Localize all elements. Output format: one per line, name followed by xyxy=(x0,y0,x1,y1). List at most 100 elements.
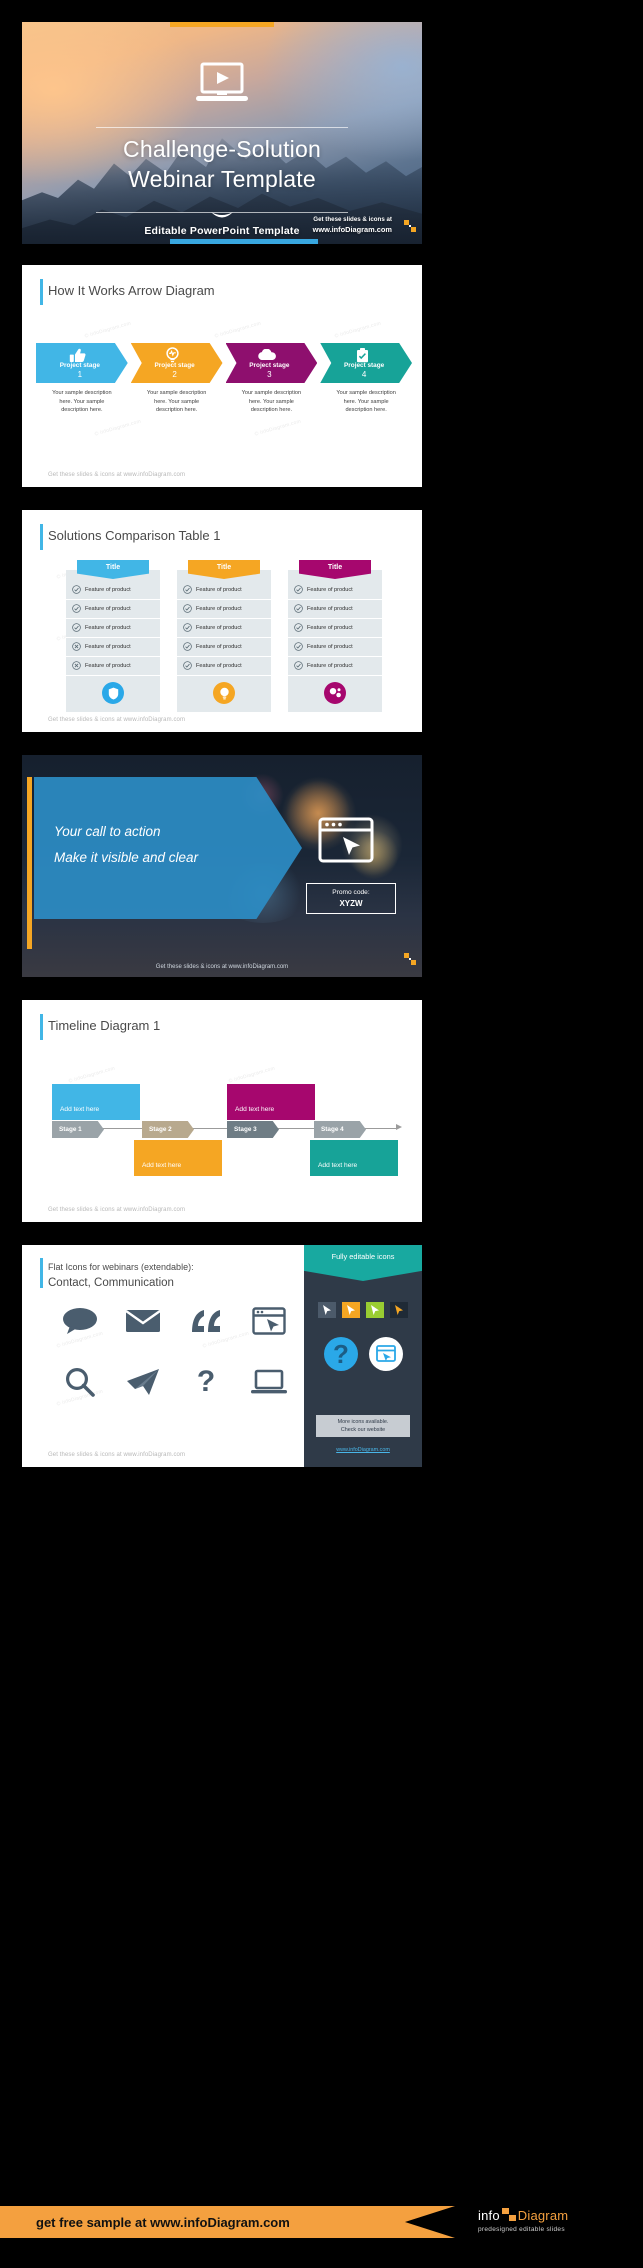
panel-note-line-2: Check our website xyxy=(340,1426,386,1433)
icon-gallery: ? xyxy=(48,1307,300,1403)
arrow-number: 4 xyxy=(361,370,367,379)
browser-cursor-round-icon[interactable] xyxy=(368,1337,403,1376)
comparison-column-2[interactable]: Title Feature of product Feature of prod… xyxy=(177,560,271,712)
speech-bubble-icon[interactable] xyxy=(62,1307,98,1340)
arrow-label-text: Project stage xyxy=(249,362,290,369)
arrow-shape[interactable]: Project stage 3 xyxy=(225,343,318,383)
timeline-card-text: Add text here xyxy=(60,1106,100,1113)
logo-wordmark: info Diagram xyxy=(478,2208,568,2223)
timeline-card-3[interactable]: Add text here xyxy=(227,1084,315,1120)
watermark: © infoDiagram.com xyxy=(214,320,262,340)
table-row[interactable]: Feature of product xyxy=(288,638,382,657)
column-body: Feature of product Feature of product Fe… xyxy=(177,570,271,712)
cross-icon xyxy=(72,641,81,653)
cursor-arrow-icon[interactable] xyxy=(316,1301,338,1319)
arrow-label: Project stage 3 xyxy=(232,362,308,380)
table-row[interactable]: Feature of product xyxy=(66,638,160,657)
timeline-card-1[interactable]: Add text here xyxy=(52,1084,140,1120)
check-icon xyxy=(183,622,192,634)
check-icon xyxy=(72,603,81,615)
check-icon xyxy=(72,584,81,596)
table-row[interactable]: Feature of product xyxy=(66,600,160,619)
slide-comparison-table[interactable]: Solutions Comparison Table 1 © infoDiagr… xyxy=(22,510,422,732)
slide-call-to-action[interactable]: Your call to action Make it visible and … xyxy=(22,755,422,977)
timeline-stage-label: Stage 3 xyxy=(234,1126,257,1133)
cursor-orange-icon[interactable] xyxy=(340,1301,362,1319)
table-row[interactable]: Feature of product xyxy=(288,619,382,638)
table-row[interactable]: Feature of product xyxy=(177,619,271,638)
lightbulb-idea-icon xyxy=(131,347,215,363)
row-label: Feature of product xyxy=(196,644,242,650)
paper-plane-icon[interactable] xyxy=(126,1368,160,1401)
panel-note: More icons available. Check our website xyxy=(316,1414,410,1437)
slide-title[interactable]: Challenge-Solution Webinar Template Edit… xyxy=(22,22,422,244)
arrow-shape[interactable]: Project stage 1 xyxy=(36,343,128,383)
table-row[interactable]: Feature of product xyxy=(288,657,382,676)
timeline-card-2[interactable]: Add text here xyxy=(134,1140,222,1176)
column-header-label: Title xyxy=(327,564,343,571)
arrow-shape[interactable]: Project stage 4 xyxy=(320,343,412,383)
infodiagram-logo[interactable]: info Diagram predesigned editable slides xyxy=(478,2208,568,2233)
panel-header: Fully editable icons xyxy=(304,1245,422,1281)
question-mark-icon[interactable]: ? xyxy=(194,1365,218,1403)
cursor-dark-icon[interactable] xyxy=(388,1301,410,1319)
infodiagram-corner-logo xyxy=(404,219,416,237)
table-row[interactable]: Feature of product xyxy=(288,600,382,619)
slide-footer: Get these slides & icons at www.infoDiag… xyxy=(48,1207,186,1213)
watermark: © infoDiagram.com xyxy=(68,1065,116,1085)
envelope-icon[interactable] xyxy=(124,1308,161,1339)
table-row[interactable]: Feature of product xyxy=(177,581,271,600)
arrow-number: 3 xyxy=(267,370,272,379)
arrow-shape[interactable]: Project stage 2 xyxy=(130,343,223,383)
check-icon xyxy=(183,603,192,615)
table-row[interactable]: Feature of product xyxy=(66,619,160,638)
table-row[interactable]: Feature of product xyxy=(177,657,271,676)
logo-tagline: predesigned editable slides xyxy=(478,2226,565,2233)
browser-cursor-icon xyxy=(318,817,374,868)
table-row[interactable]: Feature of product xyxy=(66,581,160,600)
table-row[interactable]: Feature of product xyxy=(177,638,271,657)
comparison-columns: Title Feature of product Feature of prod… xyxy=(66,560,382,712)
timeline-stage-2[interactable]: Stage 2 xyxy=(142,1121,194,1138)
timeline-stage-label: Stage 1 xyxy=(59,1126,82,1133)
fully-editable-panel: Fully editable icons ? More icons availa… xyxy=(304,1245,422,1467)
arrow-stage-4[interactable]: Project stage 4 Your sample description … xyxy=(320,343,412,415)
check-icon xyxy=(294,603,303,615)
table-row[interactable]: Feature of product xyxy=(66,657,160,676)
comparison-column-3[interactable]: Title Feature of product Feature of prod… xyxy=(288,560,382,712)
cloud-icon xyxy=(226,347,310,363)
table-row[interactable]: Feature of product xyxy=(288,581,382,600)
comparison-column-1[interactable]: Title Feature of product Feature of prod… xyxy=(66,560,160,712)
table-row[interactable]: Feature of product xyxy=(177,600,271,619)
timeline-stage-1[interactable]: Stage 1 xyxy=(52,1121,104,1138)
timeline-stage-label: Stage 2 xyxy=(149,1126,172,1133)
magnifier-icon[interactable] xyxy=(65,1367,95,1402)
slide-timeline[interactable]: Timeline Diagram 1 © infoDiagram.com © i… xyxy=(22,1000,422,1222)
arrow-stage-1[interactable]: Project stage 1 Your sample description … xyxy=(36,343,128,415)
slide-flat-icons[interactable]: Flat Icons for webinars (extendable): Co… xyxy=(22,1245,422,1467)
accent-bar-top xyxy=(170,22,274,27)
row-label: Feature of product xyxy=(307,663,353,669)
arrow-stage-2[interactable]: Project stage 2 Your sample description … xyxy=(130,343,223,415)
timeline-card-4[interactable]: Add text here xyxy=(310,1140,398,1176)
get-slides-url[interactable]: www.infoDiagram.com xyxy=(313,225,392,236)
panel-website-link[interactable]: www.infoDiagram.com xyxy=(304,1447,422,1453)
arrow-label: Project stage 4 xyxy=(326,362,402,380)
laptop-icon[interactable] xyxy=(250,1369,288,1400)
timeline-stage-3[interactable]: Stage 3 xyxy=(227,1121,279,1138)
promo-code-box[interactable]: Promo code: XYZW xyxy=(306,883,396,915)
question-mark-blue-icon[interactable]: ? xyxy=(323,1337,358,1376)
timeline-arrow-head-icon xyxy=(396,1124,402,1130)
logo-info-text: info xyxy=(478,2208,500,2223)
chevron-down-icon xyxy=(211,208,233,226)
timeline-stage-4[interactable]: Stage 4 xyxy=(314,1121,366,1138)
browser-cursor-icon[interactable] xyxy=(251,1307,286,1340)
quote-marks-icon[interactable] xyxy=(190,1308,222,1339)
bottom-promo-banner: get free sample at www.infoDiagram.com i… xyxy=(0,2198,643,2246)
banner-cta[interactable]: get free sample at www.infoDiagram.com xyxy=(0,2206,455,2238)
cursor-green-icon[interactable] xyxy=(364,1301,386,1319)
slide-arrow-diagram[interactable]: How It Works Arrow Diagram © infoDiagram… xyxy=(22,265,422,487)
column-header-label: Title xyxy=(216,564,232,571)
arrow-stage-3[interactable]: Project stage 3 Your sample description … xyxy=(225,343,318,415)
check-icon xyxy=(294,622,303,634)
